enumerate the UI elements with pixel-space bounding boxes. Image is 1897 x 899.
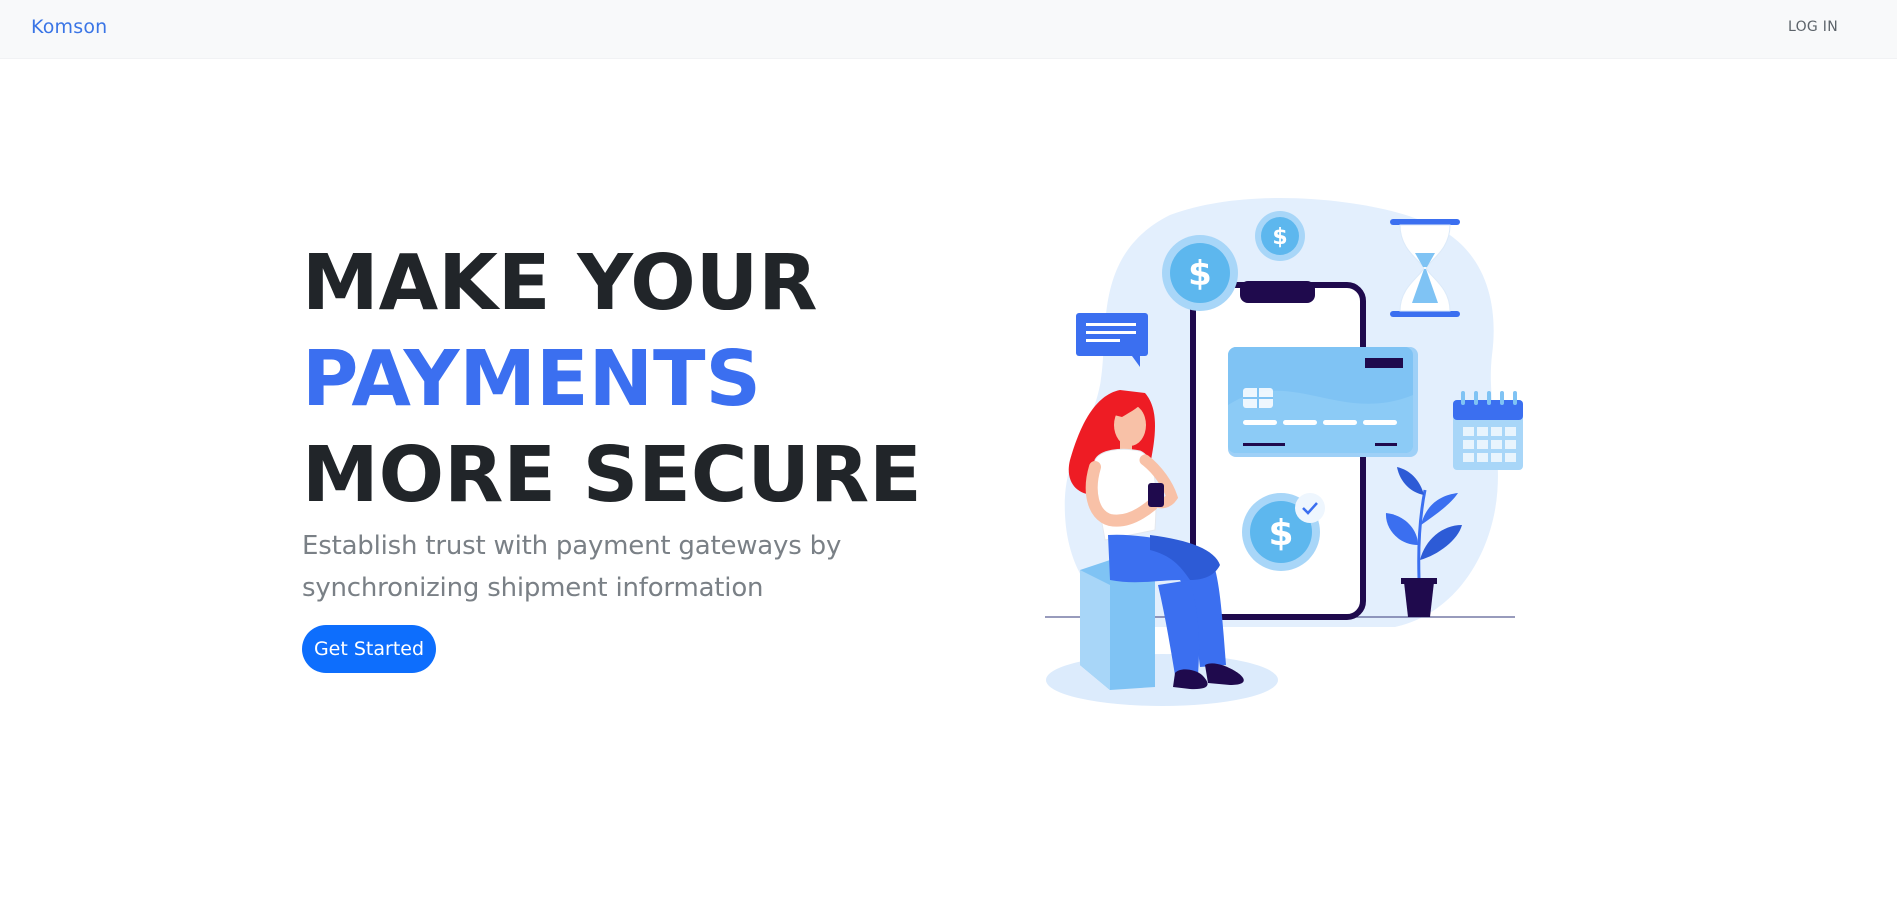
- coin-symbol: $: [1272, 225, 1287, 250]
- calendar-icon: [1453, 391, 1523, 470]
- hero-title-line-3: MORE SECURE: [302, 431, 922, 520]
- coin-symbol: $: [1188, 254, 1212, 294]
- get-started-button[interactable]: Get Started: [302, 625, 436, 673]
- hero-subtitle: Establish trust with payment gateways by…: [302, 531, 842, 603]
- navbar: Komson LOG IN: [0, 0, 1897, 59]
- dollar-coin-icon: $: [1162, 235, 1238, 311]
- login-link[interactable]: LOG IN: [1788, 19, 1838, 35]
- hero-title-accent: PAYMENTS: [302, 335, 761, 424]
- check-icon: [1295, 493, 1325, 523]
- hero-title-line-1: MAKE YOUR: [302, 239, 818, 328]
- coin-symbol: $: [1268, 513, 1293, 554]
- dollar-coin-icon: $: [1255, 211, 1305, 261]
- credit-card-icon: [1228, 347, 1418, 457]
- brand-link[interactable]: Komson: [31, 16, 107, 38]
- hero-title: MAKE YOUR PAYMENTS MORE SECURE: [302, 236, 922, 524]
- payment-illustration: $ $ $: [1045, 198, 1523, 706]
